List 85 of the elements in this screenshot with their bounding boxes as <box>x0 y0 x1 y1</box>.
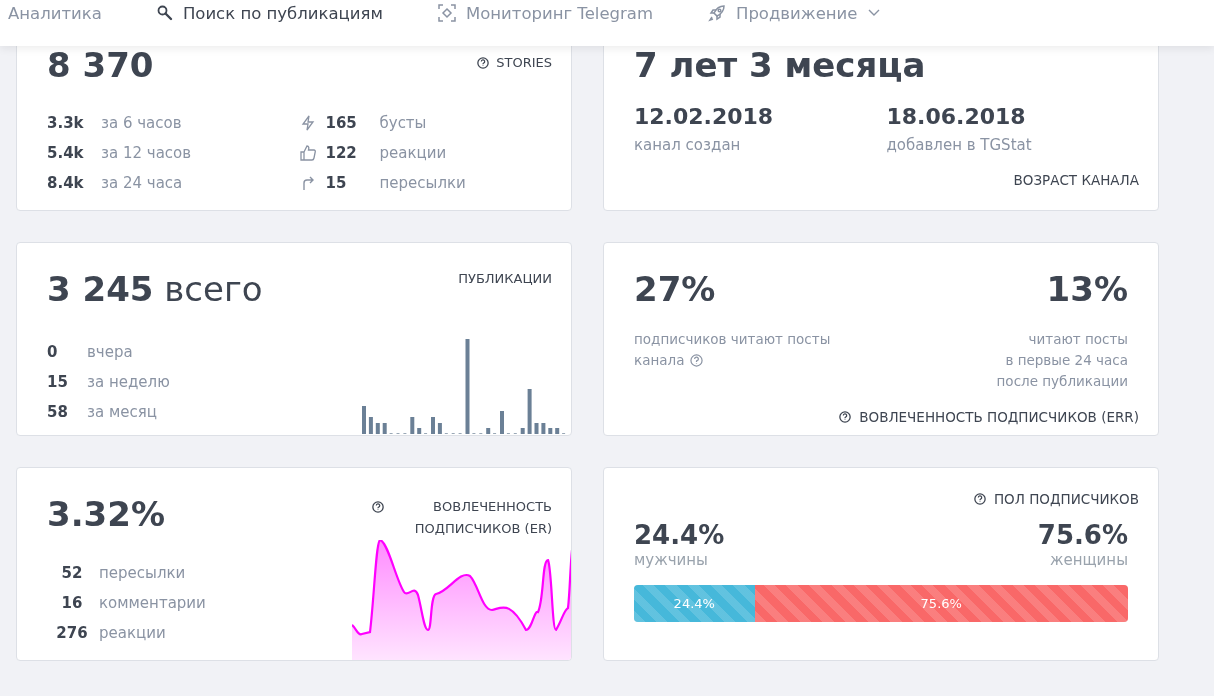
chart-bar <box>410 417 415 434</box>
help-icon <box>477 56 490 69</box>
chart-baseline-dash <box>493 433 497 434</box>
chart-bar <box>555 428 560 434</box>
gender-bar-segment: 24.4% <box>634 585 755 622</box>
stat-label: за месяц <box>87 403 157 421</box>
card-caption: ВОЗРАСТ КАНАЛА <box>1013 172 1139 188</box>
err-description: читают посты <box>1027 330 1128 349</box>
card-caption: ПОЛ ПОДПИСЧИКОВ <box>993 491 1139 507</box>
err-description: после публикации <box>996 372 1128 391</box>
card-caption: ПУБЛИКАЦИИ <box>458 271 552 286</box>
stat-value: 165 <box>325 114 358 132</box>
chart-bar <box>437 423 442 434</box>
chart-bar <box>500 411 504 434</box>
date-label: канал создан <box>634 136 742 154</box>
stat-value: 15 <box>325 174 348 192</box>
stat-label: реакции <box>99 624 166 642</box>
stat-value: 15 <box>47 373 69 391</box>
gender-percent: 75.6% <box>1037 519 1128 551</box>
chart-bar <box>534 423 539 434</box>
chevron-down-icon <box>867 9 880 17</box>
nav-link[interactable]: Мониторинг Telegram <box>437 0 653 26</box>
help-icon <box>839 411 852 423</box>
stat-label: вчера <box>87 343 133 361</box>
search-icon <box>156 5 173 21</box>
er-percent: 3.32% <box>47 494 165 534</box>
stat-value: 276 <box>55 624 89 642</box>
err-description: подписчиков читают посты <box>634 330 831 349</box>
chart-baseline-dash <box>424 433 428 434</box>
nav-link[interactable]: Аналитика <box>8 0 102 26</box>
stat-label: комментарии <box>99 594 206 612</box>
stat-value: 16 <box>60 594 84 612</box>
gender-label: женщины <box>1049 551 1128 569</box>
date-label: добавлен в TGStat <box>886 136 1033 154</box>
chart-baseline-dash <box>562 433 566 434</box>
stat-value: 3.3k <box>47 114 85 132</box>
stat-label: реакции <box>379 144 447 162</box>
chart-bar <box>486 428 491 434</box>
err-description: канала <box>634 351 685 370</box>
stat-label: пересылки <box>99 564 186 582</box>
chart-bar <box>362 406 366 434</box>
nav-link[interactable]: Поиск по публикациям <box>156 0 383 26</box>
publications-total: 3 245 всего <box>47 269 263 309</box>
chart-bar <box>382 423 387 434</box>
nav-link[interactable]: Продвижение <box>708 0 880 26</box>
lightning-icon <box>299 115 316 131</box>
stat-label: пересылки <box>379 174 466 192</box>
chart-bar <box>527 389 532 434</box>
stories-count: 8 370 <box>47 45 154 85</box>
stat-label: за неделю <box>87 373 170 391</box>
thumbs-up-icon <box>299 145 316 161</box>
chart-bar <box>375 423 380 434</box>
scan-icon <box>437 4 456 22</box>
stat-value: 122 <box>325 144 358 162</box>
card-caption: ВОВЛЕЧЕННОСТЬ ПОДПИСЧИКОВ (ERR) <box>859 409 1139 425</box>
err-percent: 13% <box>1046 269 1128 309</box>
date-value: 18.06.2018 <box>886 103 1027 131</box>
chart-bar <box>431 417 435 434</box>
stat-label: бусты <box>379 114 427 132</box>
stat-value: 8.4k <box>47 174 85 192</box>
gender-percent: 24.4% <box>634 519 725 551</box>
card-caption: STORIES <box>496 55 552 70</box>
stat-value: 5.4k <box>47 144 85 162</box>
gender-label: мужчины <box>634 551 709 569</box>
stat-label: за 12 часов <box>101 144 192 162</box>
chart-bar <box>417 428 422 434</box>
stat-label: за 6 часов <box>101 114 182 132</box>
stat-label: за 24 часа <box>101 174 183 192</box>
help-icon <box>973 493 986 505</box>
stat-value: 58 <box>47 403 69 421</box>
chart-bar <box>368 417 373 434</box>
err-percent: 27% <box>634 269 717 309</box>
card-caption: ВОВЛЕЧЕННОСТЬ ПОДПИСЧИКОВ (ER) <box>413 498 552 538</box>
stat-value: 52 <box>60 564 84 582</box>
rocket-icon <box>708 4 726 22</box>
gender-bar-segment: 75.6% <box>754 585 1128 622</box>
chart-bar <box>541 423 546 434</box>
err-description: в первые 24 часа <box>1004 351 1128 370</box>
help-icon <box>372 501 384 513</box>
help-icon[interactable] <box>690 354 704 367</box>
chart-bar <box>548 428 553 434</box>
stat-value: 0 <box>47 343 59 361</box>
channel-age: 7 лет 3 месяца <box>634 45 927 85</box>
chart-bar <box>520 428 525 434</box>
date-value: 12.02.2018 <box>634 103 775 131</box>
